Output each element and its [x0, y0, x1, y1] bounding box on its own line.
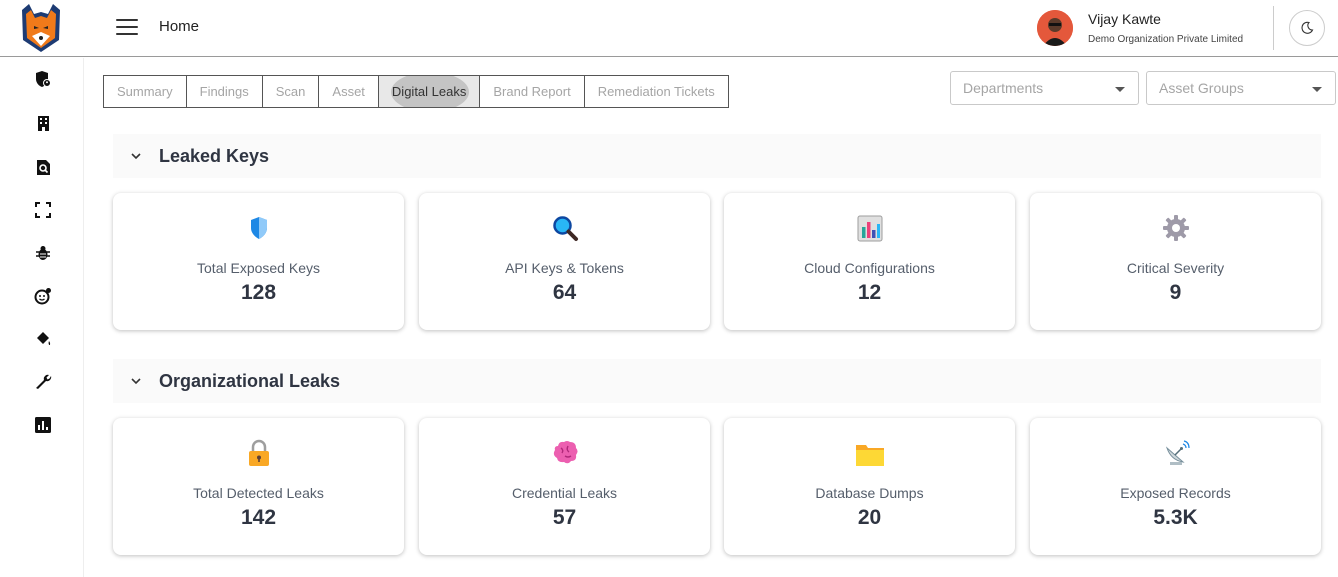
stat-value: 142 — [240, 506, 277, 529]
stat-card-api-keys-tokens[interactable]: API Keys & Tokens 64 — [419, 193, 710, 330]
stat-card-critical-severity[interactable]: Critical Severity 9 — [1030, 193, 1321, 330]
stat-card-credential-leaks[interactable]: Credential Leaks 57 — [419, 418, 710, 555]
stat-value: 57 — [552, 506, 577, 529]
bar-chart-icon[interactable] — [34, 416, 52, 434]
tab-label: Asset — [332, 84, 365, 99]
building-icon[interactable] — [34, 114, 52, 132]
stat-label: Critical Severity — [1126, 260, 1225, 276]
search-document-icon[interactable] — [34, 158, 52, 176]
user-name: Vijay Kawte — [1088, 11, 1161, 27]
tab-label: Remediation Tickets — [597, 84, 715, 99]
hamburger-line — [116, 26, 138, 28]
section-title: Organizational Leaks — [159, 370, 341, 391]
section-title: Leaked Keys — [159, 145, 270, 166]
chevron-down-icon[interactable] — [129, 377, 143, 385]
stat-label: Exposed Records — [1120, 485, 1231, 501]
organization-name: Demo Organization Private Limited — [1088, 34, 1244, 45]
tab-brand-report[interactable]: Brand Report — [480, 76, 585, 107]
top-bar: Home Vijay Kawte Demo Organization Priva… — [0, 0, 1338, 57]
bug-icon[interactable] — [34, 244, 52, 262]
tab-label: Findings — [199, 84, 249, 99]
fullscreen-icon[interactable] — [34, 201, 52, 219]
tab-label: Summary — [117, 84, 173, 99]
stat-card-exposed-records[interactable]: Exposed Records 5.3K — [1030, 418, 1321, 555]
tab-asset[interactable]: Asset — [319, 76, 379, 107]
stat-value: 128 — [240, 281, 277, 304]
section-header-leaked-keys[interactable]: Leaked Keys — [113, 134, 1321, 178]
tab-bar: Summary Findings Scan Asset Digital Leak… — [103, 75, 729, 108]
departments-placeholder: Departments — [963, 80, 1044, 96]
tab-label: Digital Leaks — [391, 84, 467, 99]
hamburger-line — [116, 33, 138, 35]
avatar[interactable] — [1037, 10, 1073, 46]
stat-value: 20 — [857, 506, 882, 529]
stat-card-cloud-configurations[interactable]: Cloud Configurations 12 — [724, 193, 1015, 330]
stat-card-database-dumps[interactable]: Database Dumps 20 — [724, 418, 1015, 555]
theme-toggle-button[interactable] — [1289, 10, 1325, 46]
tab-digital-leaks[interactable]: Digital Leaks — [378, 76, 481, 107]
tab-label: Brand Report — [493, 84, 571, 99]
chevron-down-icon — [1312, 87, 1322, 92]
asset-groups-select[interactable]: Asset Groups — [1146, 71, 1336, 105]
stat-label: API Keys & Tokens — [505, 260, 624, 276]
stat-value: 64 — [552, 281, 577, 304]
stat-value: 9 — [1169, 281, 1182, 304]
stat-label: Database Dumps — [815, 485, 924, 501]
settings-face-icon[interactable] — [34, 287, 52, 305]
shield-user-icon[interactable] — [34, 70, 52, 88]
fox-logo-icon[interactable] — [19, 2, 63, 54]
magnifier-icon — [553, 216, 578, 241]
stat-label: Total Detected Leaks — [193, 485, 324, 501]
moon-icon — [1301, 21, 1314, 34]
stat-label: Cloud Configurations — [804, 260, 935, 276]
tab-findings[interactable]: Findings — [186, 76, 263, 107]
gear-icon — [1163, 215, 1189, 241]
stat-label: Total Exposed Keys — [197, 260, 320, 276]
menu-toggle-button[interactable] — [116, 19, 138, 37]
asset-groups-placeholder: Asset Groups — [1159, 80, 1244, 96]
bar-chart-icon — [857, 215, 883, 242]
paint-bucket-icon[interactable] — [34, 330, 52, 348]
shield-icon — [251, 217, 267, 239]
brain-icon — [553, 441, 578, 464]
satellite-dish-icon — [1165, 440, 1190, 465]
folder-icon — [856, 445, 884, 466]
departments-select[interactable]: Departments — [950, 71, 1139, 105]
sidebar — [0, 58, 84, 577]
stat-value: 12 — [857, 281, 882, 304]
stat-card-total-exposed-keys[interactable]: Total Exposed Keys 128 — [113, 193, 404, 330]
stat-value: 5.3K — [1153, 506, 1198, 529]
header-divider — [1273, 6, 1274, 50]
stat-card-total-detected-leaks[interactable]: Total Detected Leaks 142 — [113, 418, 404, 555]
tab-remediation-tickets[interactable]: Remediation Tickets — [584, 76, 728, 107]
tab-scan[interactable]: Scan — [262, 76, 320, 107]
section-header-organizational-leaks[interactable]: Organizational Leaks — [113, 359, 1321, 403]
chevron-down-icon[interactable] — [129, 152, 143, 160]
tab-label: Scan — [275, 84, 306, 99]
stat-label: Credential Leaks — [511, 485, 618, 501]
wrench-icon[interactable] — [34, 373, 52, 391]
chevron-down-icon — [1115, 87, 1125, 92]
hamburger-line — [116, 19, 138, 21]
lock-icon — [249, 439, 269, 466]
page-title: Home — [159, 18, 200, 35]
user-avatar-icon — [1037, 10, 1073, 46]
tab-summary[interactable]: Summary — [104, 76, 187, 107]
